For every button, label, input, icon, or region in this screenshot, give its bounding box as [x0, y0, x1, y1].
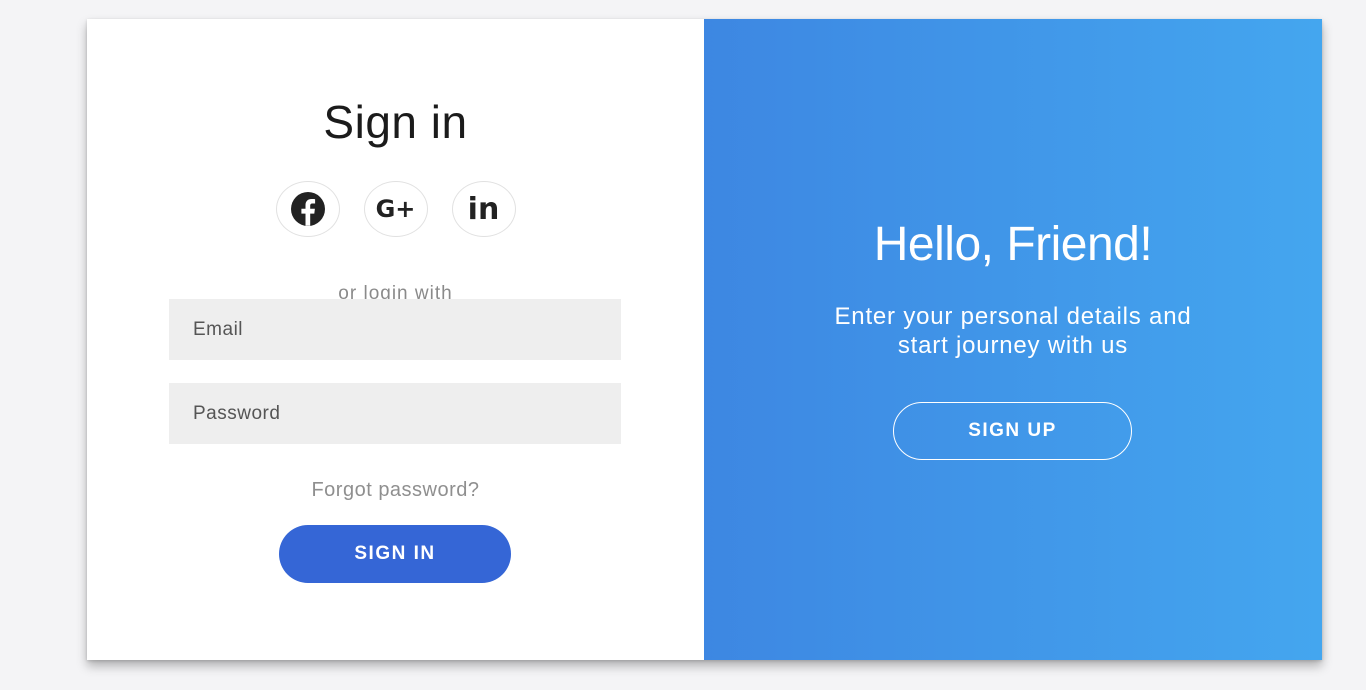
signin-title: Sign in: [323, 96, 468, 148]
forgot-password-link[interactable]: Forgot password?: [87, 479, 704, 502]
facebook-login-button[interactable]: [275, 181, 340, 237]
hello-friend-title: Hello, Friend!: [873, 218, 1153, 271]
signup-description-line2: start journey with us: [897, 332, 1129, 359]
signup-panel: Hello, Friend! Enter your personal detai…: [704, 19, 1322, 660]
linkedin-login-button[interactable]: in: [451, 181, 516, 237]
email-input[interactable]: [169, 299, 621, 360]
social-login-group: G+ in: [87, 181, 704, 237]
google-plus-login-button[interactable]: G+: [363, 181, 428, 237]
facebook-icon: [290, 192, 325, 226]
signin-button[interactable]: SIGN IN: [279, 525, 511, 583]
signup-button[interactable]: SIGN UP: [893, 402, 1132, 460]
password-input[interactable]: [169, 383, 621, 444]
linkedin-icon: in: [467, 191, 500, 227]
google-plus-icon: G+: [375, 195, 416, 223]
signup-description: Enter your personal details and start jo…: [704, 302, 1322, 360]
signup-description-line1: Enter your personal details and: [834, 303, 1192, 330]
auth-card: Sign in G+ in or login with Forgot passw…: [87, 19, 1322, 660]
signin-panel: Sign in G+ in or login with Forgot passw…: [87, 19, 704, 660]
